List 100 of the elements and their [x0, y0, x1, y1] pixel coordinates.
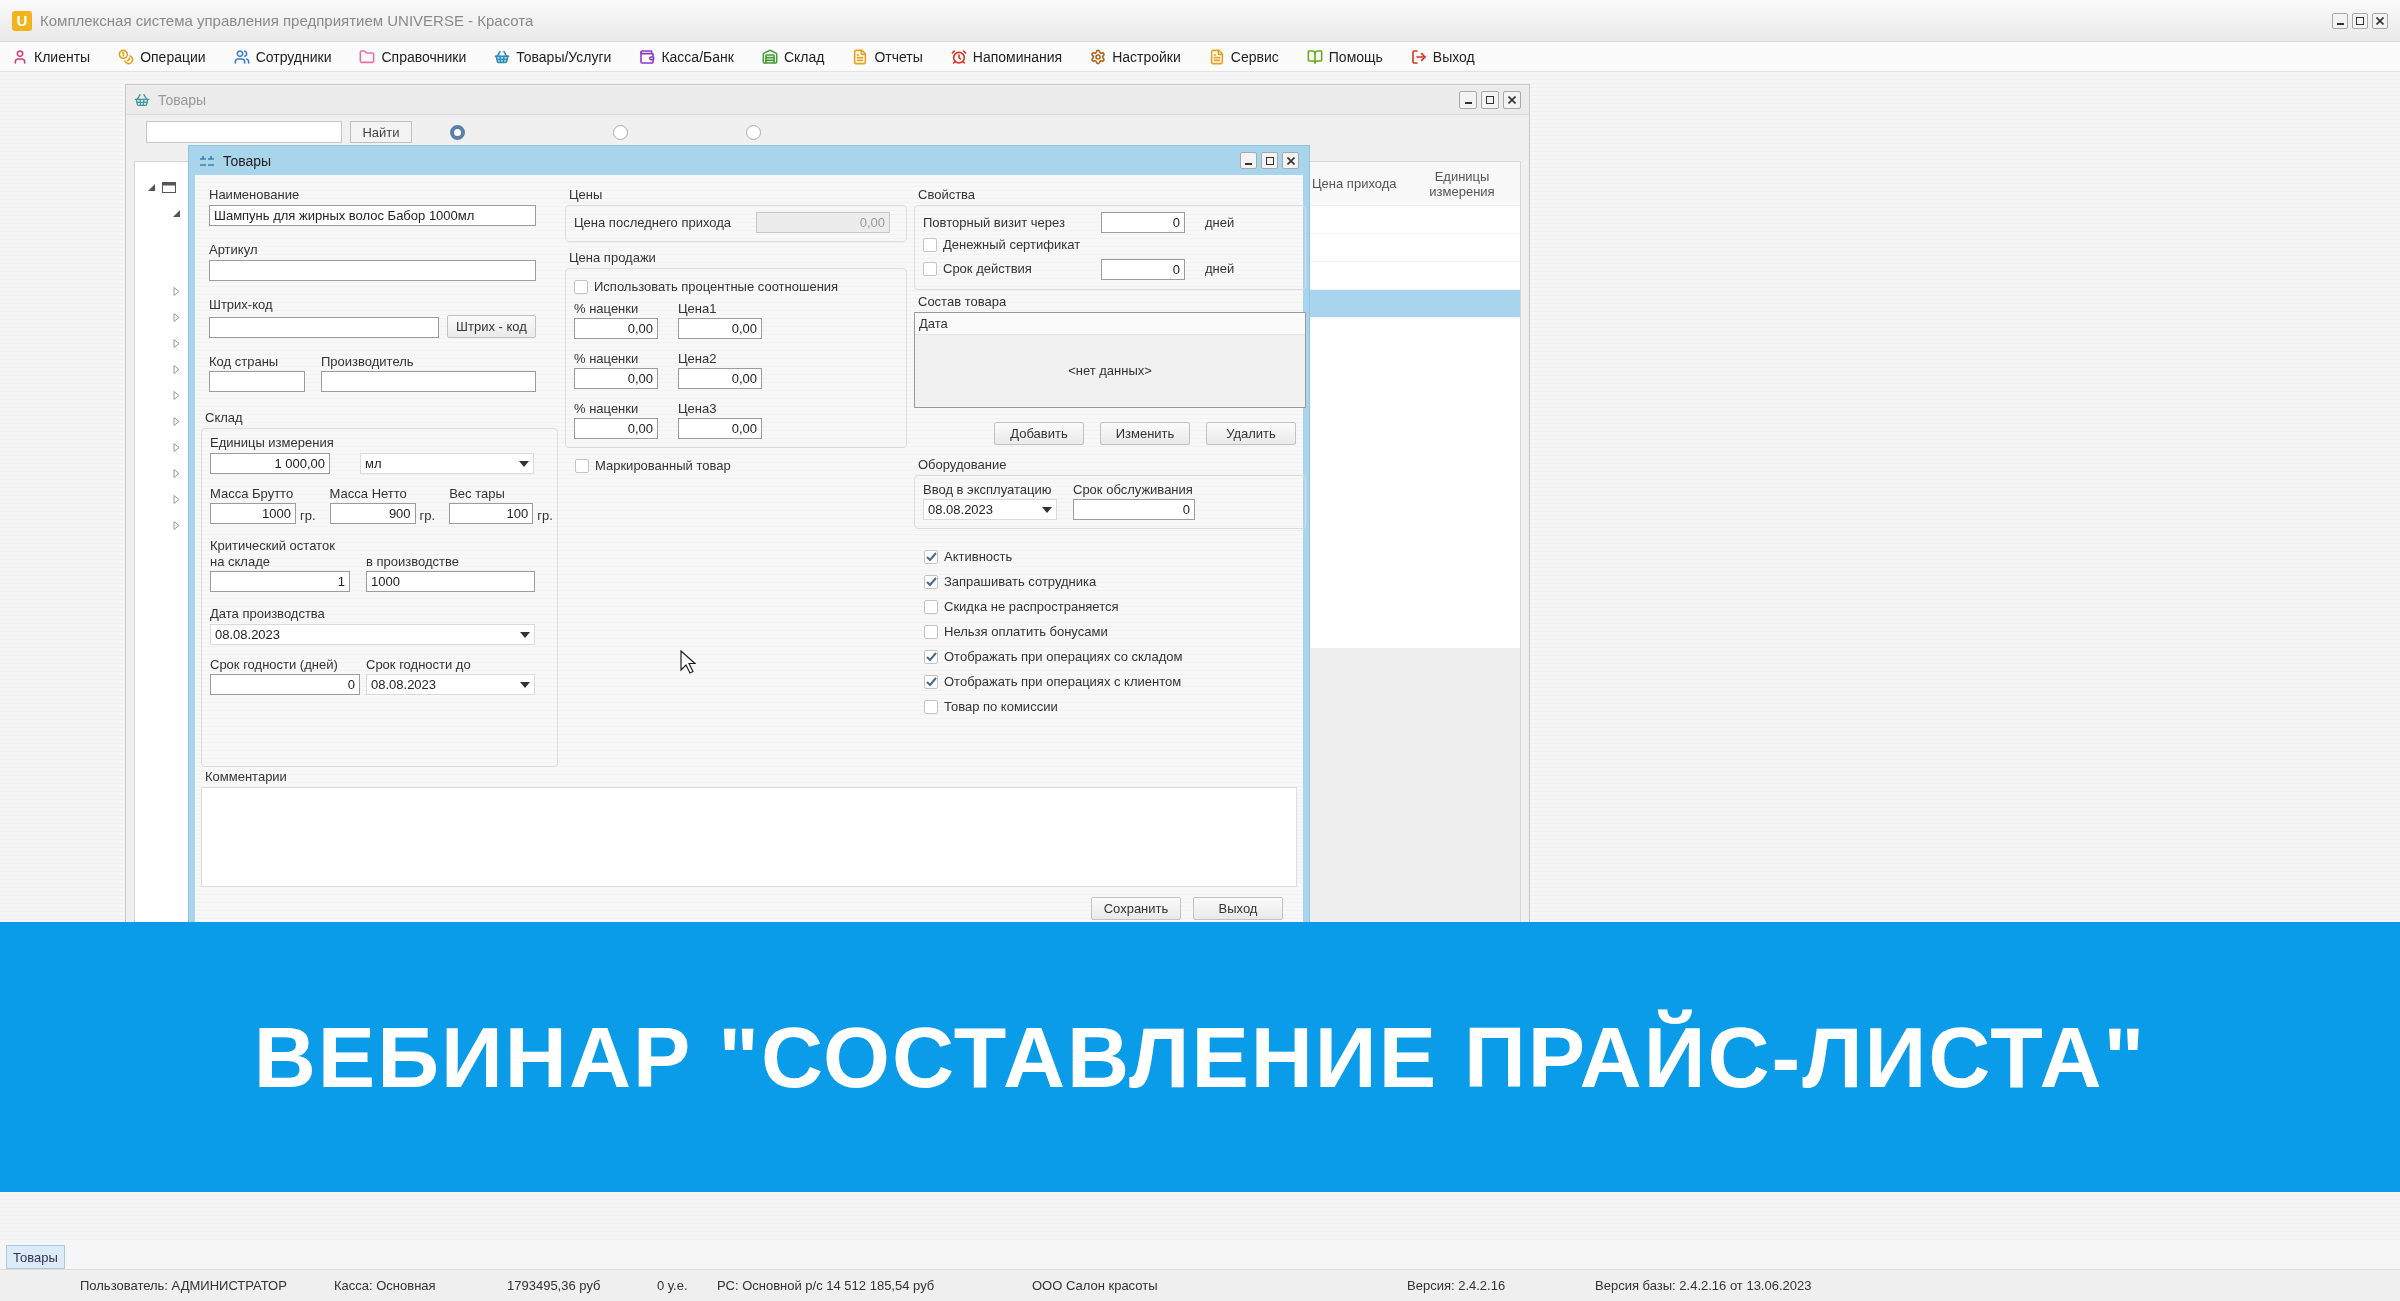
barcode-field[interactable]	[209, 317, 439, 338]
revisit-days-field[interactable]: 0	[1101, 212, 1185, 233]
radio-button[interactable]	[613, 124, 628, 140]
menu-item[interactable]: Выход	[1410, 48, 1475, 65]
checkbox-label: Скидка не распространяется	[944, 599, 1119, 615]
checkbox[interactable]	[924, 700, 938, 714]
menu-item[interactable]: Касса/Банк	[639, 48, 734, 65]
menu-item[interactable]: Сотрудники	[233, 48, 332, 65]
collapsed-arrow-icon[interactable]	[172, 364, 181, 374]
collapsed-arrow-icon[interactable]	[172, 286, 181, 296]
price-field[interactable]: 0,00	[678, 318, 762, 339]
window-title: Комплексная система управления предприятием UNIVERSE - Красота	[40, 12, 535, 29]
document-icon	[1208, 48, 1225, 65]
close-button[interactable]	[1282, 152, 1299, 169]
maximize-button[interactable]	[1261, 152, 1278, 169]
close-button[interactable]	[1503, 90, 1521, 109]
save-button[interactable]: Сохранить	[1091, 897, 1181, 920]
menu-item[interactable]: Помощь	[1306, 48, 1383, 65]
price-field[interactable]: 0,00	[678, 368, 762, 389]
validity-days-field[interactable]: 0	[1101, 258, 1185, 280]
close-icon	[1508, 95, 1516, 104]
exit-button[interactable]: Выход	[1193, 897, 1283, 920]
production-stock-field[interactable]: 1000	[366, 571, 535, 592]
checkbox[interactable]	[924, 650, 938, 664]
barcode-button[interactable]: Штрих - код	[446, 315, 536, 338]
checkbox[interactable]	[575, 459, 589, 473]
checkbox[interactable]	[574, 280, 588, 294]
minimize-button[interactable]	[2332, 12, 2348, 29]
field-label: % наценки	[574, 401, 640, 417]
checkbox-label: Товар по комиссии	[944, 699, 1058, 715]
collapsed-arrow-icon[interactable]	[172, 520, 181, 530]
checkbox-label: Нельзя оплатить бонусами	[944, 624, 1108, 640]
date-dropdown[interactable]: 08.08.2023	[923, 499, 1057, 520]
close-icon	[2376, 16, 2384, 25]
markup-field[interactable]: 0,00	[574, 318, 658, 339]
collapsed-arrow-icon[interactable]	[172, 442, 181, 452]
country-code-field[interactable]	[209, 371, 305, 392]
weight-field[interactable]: 1000	[210, 503, 296, 524]
status-text: Касса: Основная	[334, 1278, 437, 1293]
collapsed-arrow-icon[interactable]	[172, 416, 181, 426]
window-tab[interactable]: Товары	[6, 1245, 65, 1269]
weight-field[interactable]: 100	[449, 503, 534, 524]
checkbox[interactable]	[924, 575, 938, 589]
article-field[interactable]	[209, 260, 536, 281]
service-period-field[interactable]: 0	[1073, 499, 1195, 520]
checkbox-label: Активность	[944, 549, 1013, 565]
field-label: Цена1	[678, 301, 718, 317]
minimize-button[interactable]	[1459, 90, 1477, 109]
field-label: % наценки	[574, 301, 640, 317]
critical-stock-field[interactable]: 1	[210, 571, 350, 592]
search-field[interactable]	[146, 121, 342, 143]
menu-item[interactable]: Настройки	[1090, 48, 1181, 65]
status-text: Версия базы: 2.4.2.16 от 13.06.2023	[1595, 1278, 1813, 1293]
menu-item[interactable]: Напоминания	[950, 48, 1063, 65]
maximize-button[interactable]	[2352, 12, 2368, 29]
shelf-days-field[interactable]: 0	[210, 674, 360, 695]
markup-field[interactable]: 0,00	[574, 368, 658, 389]
collapsed-arrow-icon[interactable]	[172, 312, 181, 322]
name-field[interactable]: Шампунь для жирных волос Бабор 1000мл	[209, 205, 536, 226]
checkbox[interactable]	[923, 262, 937, 276]
unit-amount-field[interactable]: 1 000,00	[210, 453, 330, 474]
radio-button[interactable]	[450, 124, 465, 140]
minimize-button[interactable]	[1240, 152, 1257, 169]
find-button[interactable]: Найти	[350, 121, 412, 143]
radio-button[interactable]	[746, 124, 761, 140]
weight-field[interactable]: 900	[329, 503, 416, 524]
collapsed-arrow-icon[interactable]	[172, 468, 181, 478]
price-field[interactable]: 0,00	[678, 418, 762, 439]
app-logo: U	[12, 10, 32, 31]
action-button[interactable]: Изменить	[1100, 422, 1190, 445]
checkbox[interactable]	[924, 625, 938, 639]
menu-item[interactable]: Склад	[761, 48, 825, 65]
action-button[interactable]: Добавить	[994, 422, 1084, 445]
manufacturer-field[interactable]	[321, 371, 536, 392]
menu-item[interactable]: Клиенты	[12, 48, 91, 65]
menu-item[interactable]: Операции	[118, 48, 206, 65]
wallet-icon	[639, 48, 656, 65]
collapsed-arrow-icon[interactable]	[172, 390, 181, 400]
unit-dropdown[interactable]: мл	[360, 453, 534, 474]
action-button[interactable]: Удалить	[1206, 422, 1296, 445]
menu-item[interactable]: Отчеты	[852, 48, 923, 65]
date-dropdown[interactable]: 08.08.2023	[210, 624, 535, 645]
date-dropdown[interactable]: 08.08.2023	[366, 674, 535, 695]
group-title: Цены	[569, 187, 604, 203]
checkbox[interactable]	[924, 600, 938, 614]
expanded-arrow-icon[interactable]	[147, 182, 156, 192]
collapsed-arrow-icon[interactable]	[172, 494, 181, 504]
checkbox[interactable]	[923, 238, 937, 252]
maximize-button[interactable]	[1481, 90, 1499, 109]
menu-item[interactable]: Товары/Услуги	[494, 48, 612, 65]
menu-item[interactable]: Сервис	[1208, 48, 1279, 65]
collapsed-arrow-icon[interactable]	[172, 338, 181, 348]
expanded-arrow-icon[interactable]	[172, 208, 181, 218]
comments-field[interactable]	[201, 787, 1297, 887]
group-title: Свойства	[918, 187, 977, 203]
checkbox[interactable]	[924, 675, 938, 689]
close-button[interactable]	[2372, 12, 2388, 29]
checkbox[interactable]	[924, 550, 938, 564]
menu-item[interactable]: Справочники	[359, 48, 467, 65]
markup-field[interactable]: 0,00	[574, 418, 658, 439]
